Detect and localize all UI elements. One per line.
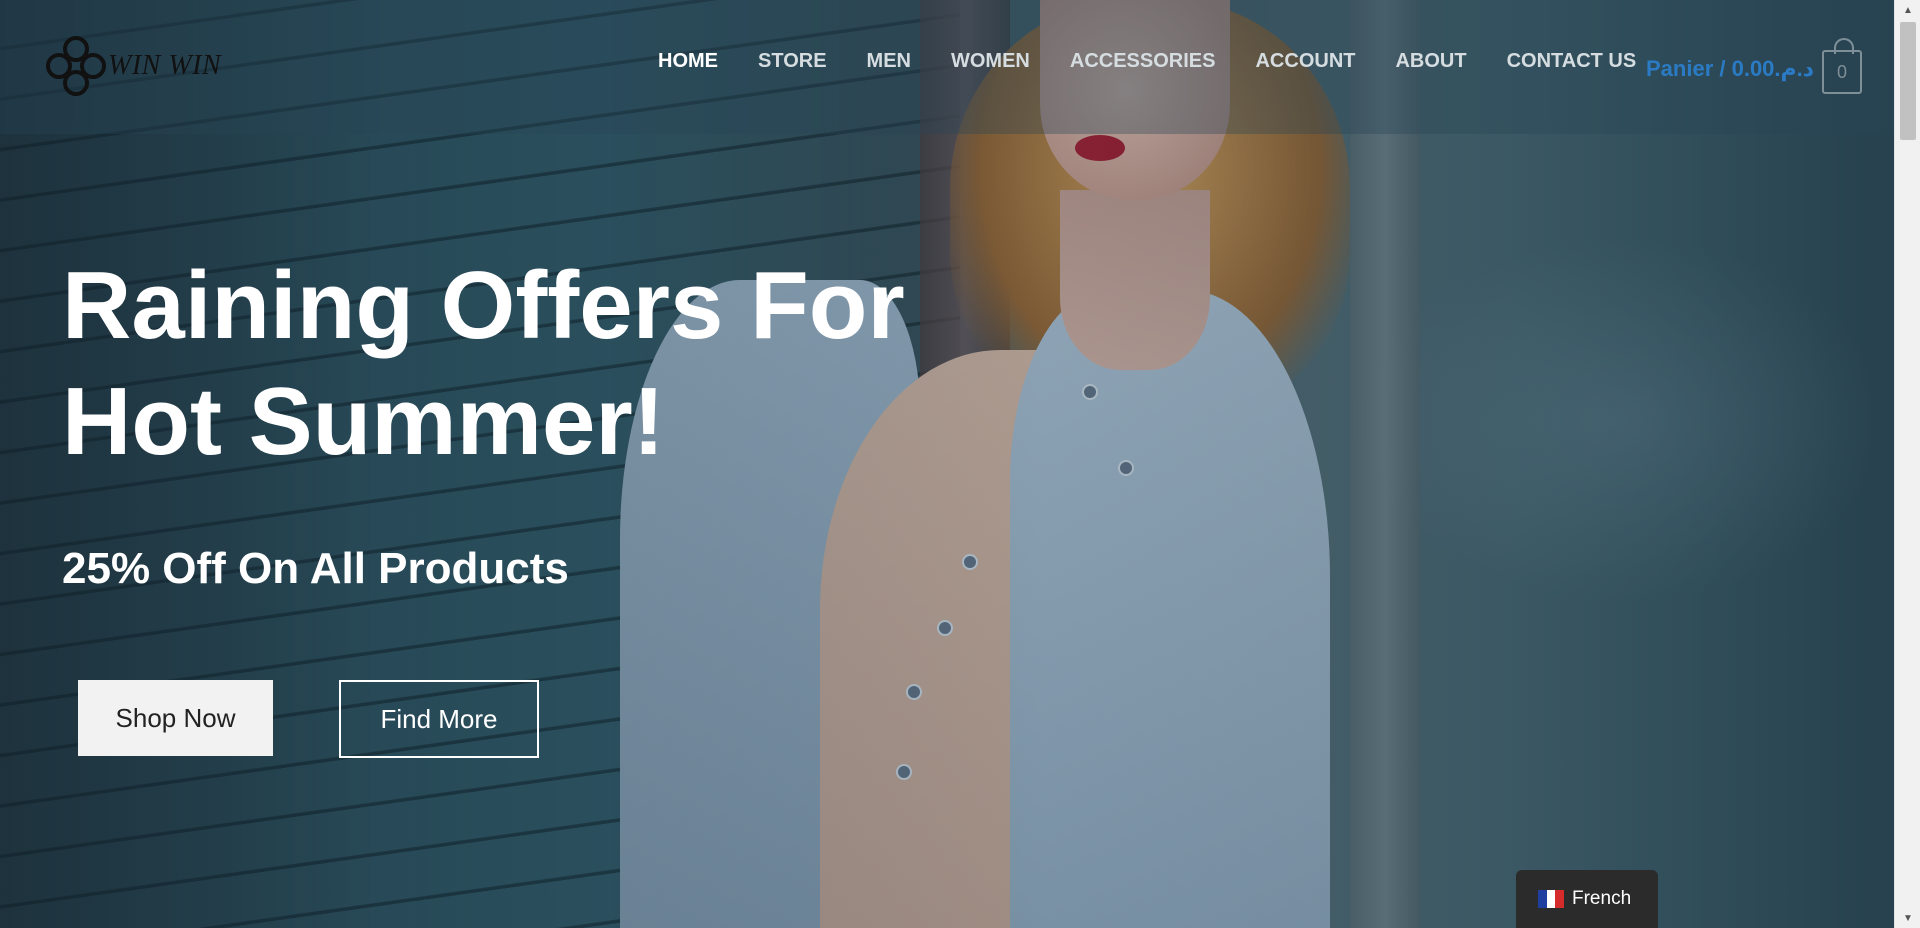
france-flag-icon [1538, 890, 1565, 908]
scroll-down-arrow-icon[interactable]: ▼ [1895, 908, 1920, 928]
nav-item-account[interactable]: ACCOUNT [1255, 50, 1355, 73]
hero-headline: Raining Offers For Hot Summer! [62, 248, 962, 480]
cart-link[interactable]: Panier / 0.00.د.م 0 [1646, 38, 1863, 94]
nav-item-store[interactable]: STORE [758, 50, 827, 73]
hero-headline-line1: Raining Offers For [62, 252, 905, 359]
cart-label: Panier / 0.00.د.م [1646, 56, 1815, 81]
main-navigation: HOME STORE MEN WOMEN ACCESSORIES ACCOUNT… [658, 50, 1676, 73]
scrollbar-thumb[interactable] [1900, 22, 1916, 140]
nav-item-men[interactable]: MEN [867, 50, 911, 73]
scroll-up-arrow-icon[interactable]: ▲ [1895, 0, 1920, 20]
language-switcher[interactable]: French [1516, 870, 1658, 928]
vertical-scrollbar[interactable]: ▲ ▼ [1894, 0, 1920, 928]
shop-now-button[interactable]: Shop Now [78, 680, 273, 756]
hero-subline: 25% Off On All Products [62, 544, 569, 593]
page: WIN WIN HOME STORE MEN WOMEN ACCESSORIES… [0, 0, 1920, 928]
nav-item-contact-us[interactable]: CONTACT US [1507, 50, 1637, 73]
logo-knot-icon [46, 36, 106, 96]
cart-count: 0 [1837, 61, 1848, 82]
nav-item-accessories[interactable]: ACCESSORIES [1070, 50, 1216, 73]
language-label: French [1572, 888, 1632, 909]
nav-item-home[interactable]: HOME [658, 50, 718, 73]
shopping-bag-icon[interactable]: 0 [1822, 38, 1863, 94]
site-logo[interactable]: WIN WIN [46, 34, 226, 98]
find-more-button[interactable]: Find More [339, 680, 539, 758]
site-header: WIN WIN HOME STORE MEN WOMEN ACCESSORIES… [0, 0, 1894, 134]
nav-item-about[interactable]: ABOUT [1395, 50, 1466, 73]
logo-text: WIN WIN [108, 50, 222, 81]
hero-headline-line2: Hot Summer! [62, 368, 665, 475]
nav-item-women[interactable]: WOMEN [951, 50, 1030, 73]
